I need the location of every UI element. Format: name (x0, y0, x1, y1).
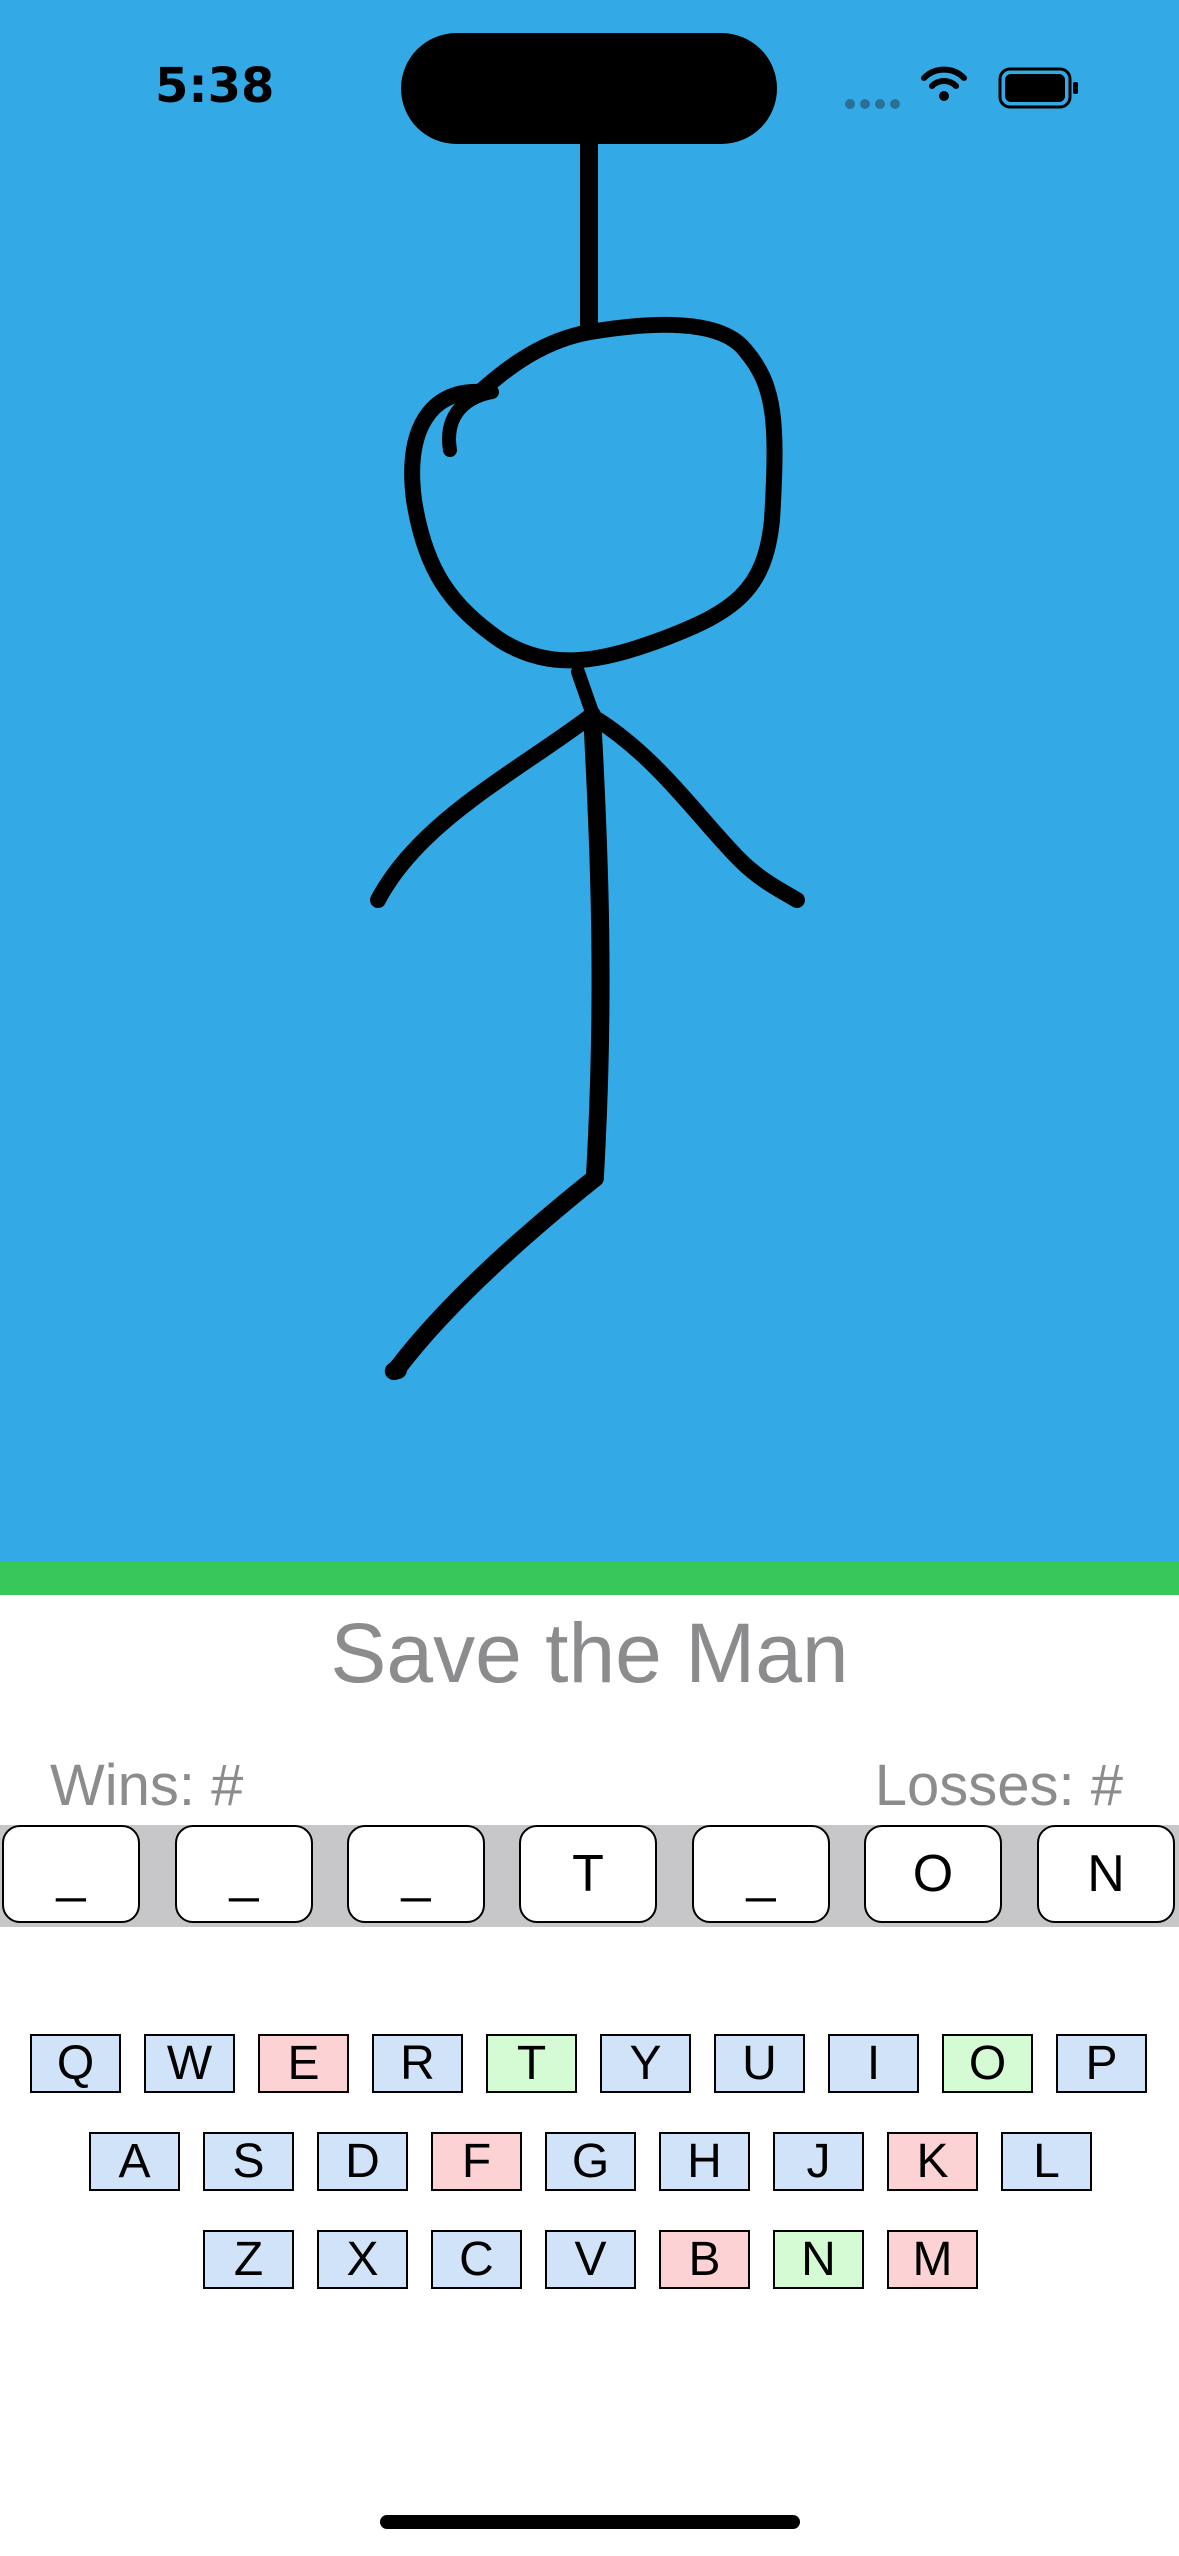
key-b[interactable]: B (659, 2230, 750, 2289)
head (404, 316, 783, 669)
torso (583, 706, 610, 1184)
losses-counter: Losses: # (874, 1753, 1123, 1818)
key-f[interactable]: F (431, 2132, 522, 2191)
key-r[interactable]: R (372, 2034, 463, 2093)
game-title: Save the Man (330, 1606, 849, 1700)
left-arm (370, 707, 600, 908)
key-x[interactable]: X (317, 2230, 408, 2289)
hangman-figure (370, 131, 805, 1381)
word-slot: O (864, 1825, 1002, 1923)
key-y[interactable]: Y (600, 2034, 691, 2093)
key-g[interactable]: G (545, 2132, 636, 2191)
wifi-icon (921, 66, 967, 101)
key-j[interactable]: J (773, 2132, 864, 2191)
left-leg (384, 1169, 604, 1381)
battery-icon (998, 67, 1078, 109)
key-i[interactable]: I (828, 2034, 919, 2093)
ground-strip (0, 1562, 1179, 1595)
key-k[interactable]: K (887, 2132, 978, 2191)
key-a[interactable]: A (89, 2132, 180, 2191)
word-slot: _ (175, 1825, 313, 1923)
cellular-signal-icon (845, 96, 905, 114)
word-slot: _ (692, 1825, 830, 1923)
word-slot: N (1037, 1825, 1175, 1923)
neck (571, 665, 599, 719)
word-slot: T (519, 1825, 657, 1923)
dynamic-island (401, 33, 777, 144)
gallows-scene: 5:38 (0, 0, 1179, 1562)
word-slot: _ (2, 1825, 140, 1923)
key-u[interactable]: U (714, 2034, 805, 2093)
key-l[interactable]: L (1001, 2132, 1092, 2191)
status-bar-time: 5:38 (155, 58, 275, 114)
key-h[interactable]: H (659, 2132, 750, 2191)
key-z[interactable]: Z (203, 2230, 294, 2289)
key-v[interactable]: V (545, 2230, 636, 2289)
word-slot: _ (347, 1825, 485, 1923)
key-o[interactable]: O (942, 2034, 1033, 2093)
key-p[interactable]: P (1056, 2034, 1147, 2093)
key-n[interactable]: N (773, 2230, 864, 2289)
key-c[interactable]: C (431, 2230, 522, 2289)
home-indicator[interactable] (380, 2515, 800, 2529)
key-s[interactable]: S (203, 2132, 294, 2191)
key-d[interactable]: D (317, 2132, 408, 2191)
key-q[interactable]: Q (30, 2034, 121, 2093)
key-t[interactable]: T (486, 2034, 577, 2093)
right-arm (590, 712, 805, 908)
key-w[interactable]: W (144, 2034, 235, 2093)
key-e[interactable]: E (258, 2034, 349, 2093)
key-m[interactable]: M (887, 2230, 978, 2289)
wins-counter: Wins: # (50, 1753, 244, 1818)
word-slots-row: _ _ _ T _ O N (0, 1825, 1179, 1927)
